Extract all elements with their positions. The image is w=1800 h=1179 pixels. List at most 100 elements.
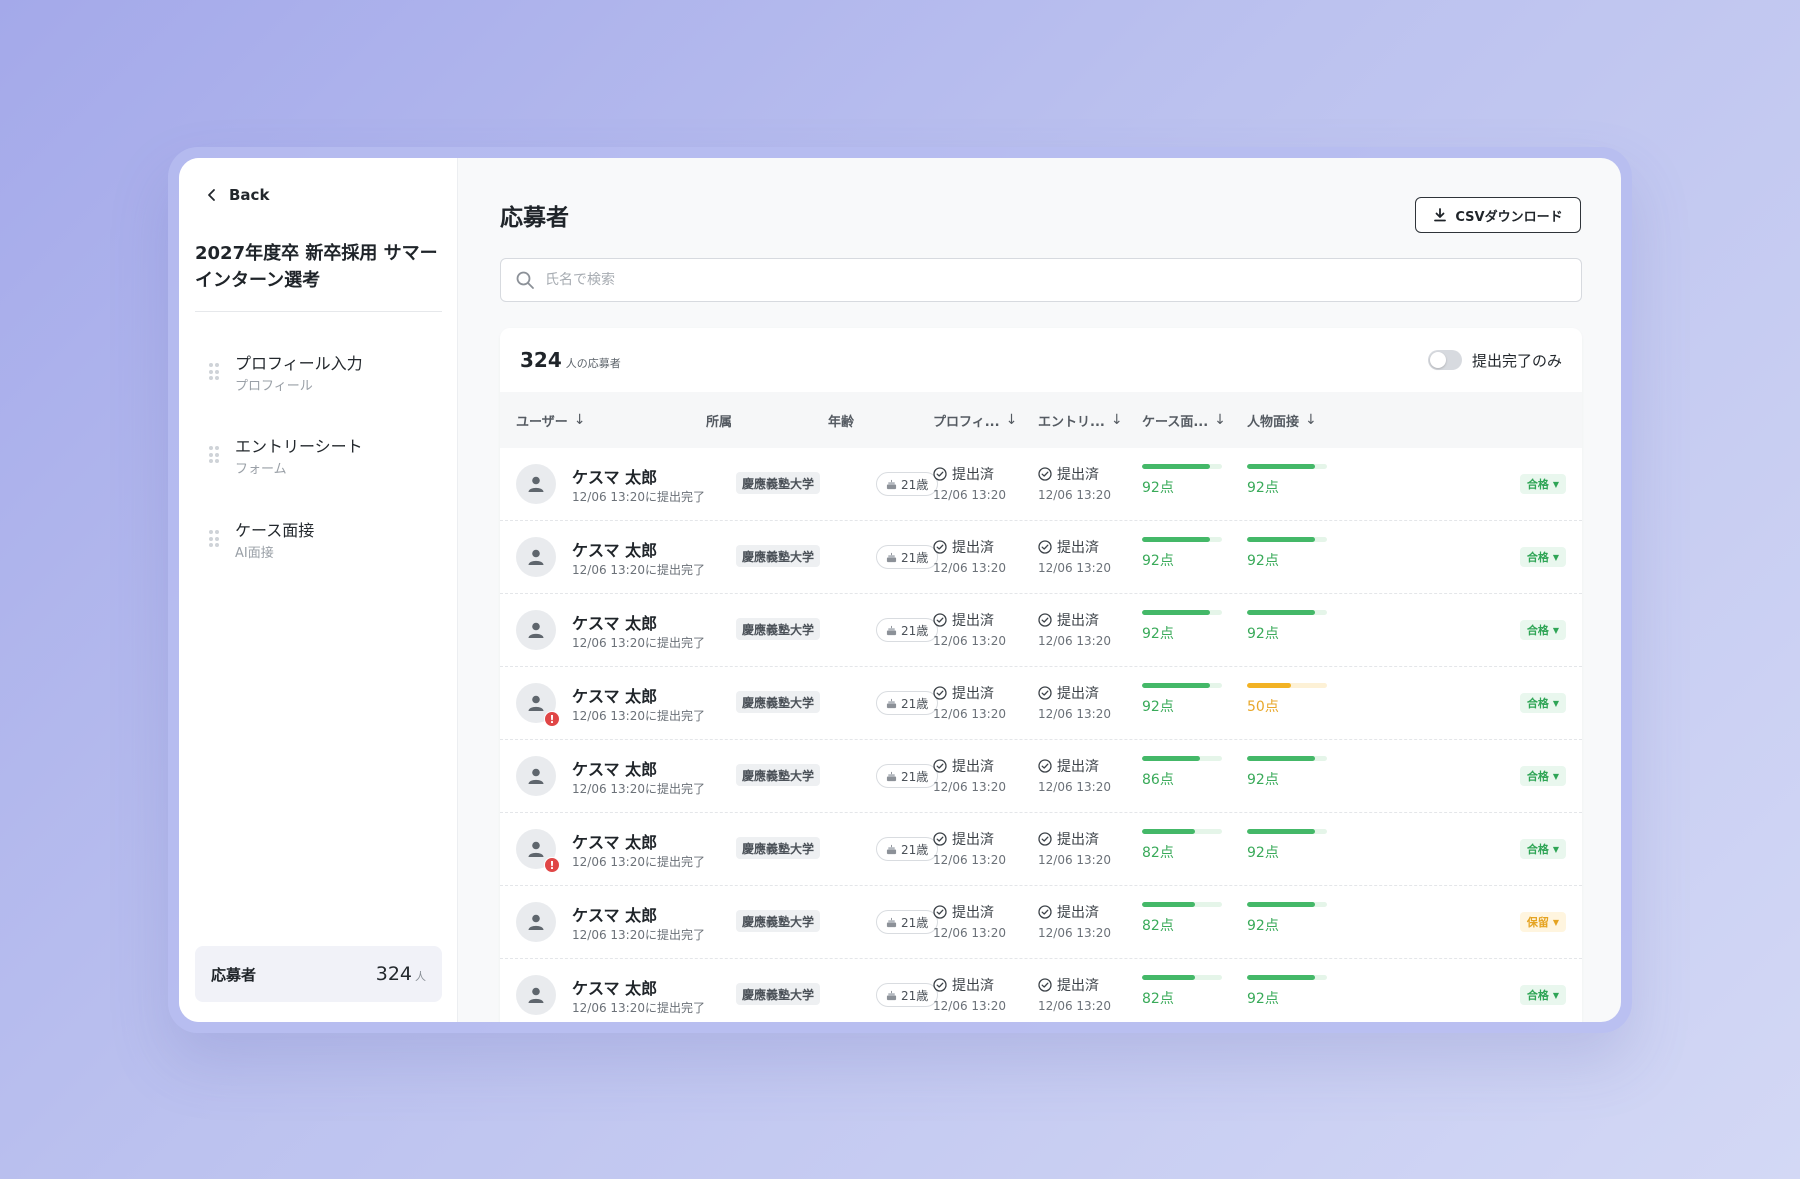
- column-header[interactable]: プロフィ... ↓: [933, 392, 1017, 448]
- column-header-label: ケース面...: [1142, 414, 1209, 430]
- table-row[interactable]: ケスマ 太郎 12/06 13:20に提出完了 慶應義塾大学 21歳 提出済 1…: [500, 886, 1582, 959]
- status-dropdown[interactable]: 合格 ▼: [1519, 620, 1566, 640]
- column-header[interactable]: ユーザー ↓: [516, 392, 585, 448]
- case-score-value: 92点: [1142, 699, 1174, 715]
- age-badge: 21歳: [876, 764, 939, 788]
- submitted-only-filter[interactable]: 提出完了のみ: [1427, 350, 1562, 371]
- profile-status-label: 提出済: [952, 686, 994, 702]
- person-score-bar: [1247, 902, 1327, 907]
- table-row[interactable]: ケスマ 太郎 12/06 13:20に提出完了 慶應義塾大学 21歳 提出済 1…: [500, 959, 1582, 1022]
- sort-arrow-icon[interactable]: ↓: [1006, 412, 1018, 428]
- entry-status: 提出済 12/06 13:20: [1038, 464, 1111, 502]
- user-name[interactable]: ケスマ 太郎: [572, 975, 657, 999]
- column-header[interactable]: エントリ... ↓: [1038, 392, 1123, 448]
- person-score-fill: [1247, 975, 1315, 980]
- status-dropdown[interactable]: 合格 ▼: [1519, 766, 1566, 786]
- status-dropdown[interactable]: 合格 ▼: [1519, 693, 1566, 713]
- table-row[interactable]: ! ケスマ 太郎 12/06 13:20に提出完了 慶應義塾大学 21歳 提出済…: [500, 667, 1582, 740]
- school-badge: 慶應義塾大学: [736, 545, 821, 567]
- table-row[interactable]: ケスマ 太郎 12/06 13:20に提出完了 慶應義塾大学 21歳 提出済 1…: [500, 521, 1582, 594]
- back-button[interactable]: Back: [205, 186, 269, 204]
- column-header[interactable]: 人物面接 ↓: [1247, 392, 1317, 448]
- profile-status-label: 提出済: [952, 467, 994, 483]
- age-label: 21歳: [901, 696, 929, 711]
- sort-arrow-icon[interactable]: ↓: [1111, 412, 1123, 428]
- status-dropdown[interactable]: 合格 ▼: [1519, 839, 1566, 859]
- user-name[interactable]: ケスマ 太郎: [572, 610, 657, 634]
- column-header[interactable]: 所属: [706, 392, 732, 448]
- user-icon: [516, 902, 556, 942]
- entry-status-label: 提出済: [1057, 613, 1099, 629]
- applicants-label: 応募者: [211, 965, 257, 984]
- case-score-fill: [1142, 902, 1195, 907]
- check-circle-icon: [933, 467, 947, 481]
- entry-status: 提出済 12/06 13:20: [1038, 902, 1111, 940]
- column-header-label: 人物面接: [1247, 414, 1300, 430]
- sidebar-step-entry-sheet[interactable]: エントリーシート フォーム: [209, 436, 363, 480]
- sort-arrow-icon[interactable]: ↓: [574, 412, 586, 428]
- case-interview-score: 92点: [1142, 610, 1222, 643]
- user-name[interactable]: ケスマ 太郎: [572, 756, 657, 780]
- user-name[interactable]: ケスマ 太郎: [572, 537, 657, 561]
- check-circle-icon: [1038, 978, 1052, 992]
- applicants-unit: 人: [415, 970, 426, 983]
- user-name[interactable]: ケスマ 太郎: [572, 464, 657, 488]
- status-dropdown[interactable]: 合格 ▼: [1519, 474, 1566, 494]
- case-score-fill: [1142, 829, 1195, 834]
- user-submitted-at: 12/06 13:20に提出完了: [572, 636, 705, 650]
- cake-icon: [886, 844, 897, 855]
- user-submitted-at: 12/06 13:20に提出完了: [572, 855, 705, 869]
- case-interview-score: 92点: [1142, 683, 1222, 716]
- user-name[interactable]: ケスマ 太郎: [572, 683, 657, 707]
- entry-status-time: 12/06 13:20: [1038, 926, 1111, 940]
- submitted-only-toggle[interactable]: [1427, 350, 1462, 370]
- user-name[interactable]: ケスマ 太郎: [572, 829, 657, 853]
- profile-status-label: 提出済: [952, 613, 994, 629]
- drag-handle-icon[interactable]: [209, 530, 219, 548]
- caret-down-icon: ▼: [1552, 771, 1559, 781]
- school-badge: 慶應義塾大学: [736, 618, 821, 640]
- profile-status-label: 提出済: [952, 540, 994, 556]
- sort-arrow-icon[interactable]: ↓: [1305, 412, 1317, 428]
- status-dropdown[interactable]: 合格 ▼: [1519, 547, 1566, 567]
- app-window: Back 2027年度卒 新卒採用 サマーインターン選考 プロフィール入力 プロ…: [179, 158, 1621, 1022]
- table-row[interactable]: ケスマ 太郎 12/06 13:20に提出完了 慶應義塾大学 21歳 提出済 1…: [500, 448, 1582, 521]
- entry-status-time: 12/06 13:20: [1038, 853, 1111, 867]
- sidebar-divider: [195, 311, 442, 312]
- case-score-value: 92点: [1142, 626, 1174, 642]
- table-row[interactable]: ケスマ 太郎 12/06 13:20に提出完了 慶應義塾大学 21歳 提出済 1…: [500, 740, 1582, 813]
- sidebar-applicants[interactable]: 応募者 324 人: [195, 946, 442, 1002]
- person-score-value: 92点: [1247, 991, 1279, 1007]
- drag-handle-icon[interactable]: [209, 363, 219, 381]
- search-input[interactable]: [545, 272, 1567, 288]
- status-dropdown[interactable]: 合格 ▼: [1519, 985, 1566, 1005]
- user-icon: [516, 610, 556, 650]
- age-badge: 21歳: [876, 910, 939, 934]
- search-bar[interactable]: [500, 258, 1582, 302]
- alert-icon: !: [544, 857, 560, 873]
- csv-download-button[interactable]: CSVダウンロード: [1415, 197, 1581, 233]
- sidebar-step-profile[interactable]: プロフィール入力 プロフィール: [209, 353, 363, 397]
- download-icon: [1434, 208, 1447, 222]
- sort-arrow-icon[interactable]: ↓: [1214, 412, 1226, 428]
- status-label: 合格: [1526, 478, 1549, 491]
- status-dropdown[interactable]: 保留 ▼: [1519, 912, 1566, 932]
- age-label: 21歳: [901, 988, 929, 1003]
- column-header[interactable]: 年齢: [828, 392, 854, 448]
- check-circle-icon: [933, 540, 947, 554]
- person-score-bar: [1247, 975, 1327, 980]
- table-row[interactable]: ! ケスマ 太郎 12/06 13:20に提出完了 慶應義塾大学 21歳 提出済…: [500, 813, 1582, 886]
- caret-down-icon: ▼: [1552, 552, 1559, 562]
- table-row[interactable]: ケスマ 太郎 12/06 13:20に提出完了 慶應義塾大学 21歳 提出済 1…: [500, 594, 1582, 667]
- check-circle-icon: [933, 832, 947, 846]
- check-circle-icon: [933, 759, 947, 773]
- column-header-label: プロフィ...: [933, 414, 1000, 430]
- sidebar-step-case-interview[interactable]: ケース面接 AI面接: [209, 520, 314, 564]
- user-name[interactable]: ケスマ 太郎: [572, 902, 657, 926]
- column-header[interactable]: ケース面... ↓: [1142, 392, 1226, 448]
- table-body: ケスマ 太郎 12/06 13:20に提出完了 慶應義塾大学 21歳 提出済 1…: [500, 448, 1582, 1022]
- status-label: 合格: [1526, 624, 1549, 637]
- user-icon: [516, 756, 556, 796]
- drag-handle-icon[interactable]: [209, 446, 219, 464]
- entry-status-time: 12/06 13:20: [1038, 488, 1111, 502]
